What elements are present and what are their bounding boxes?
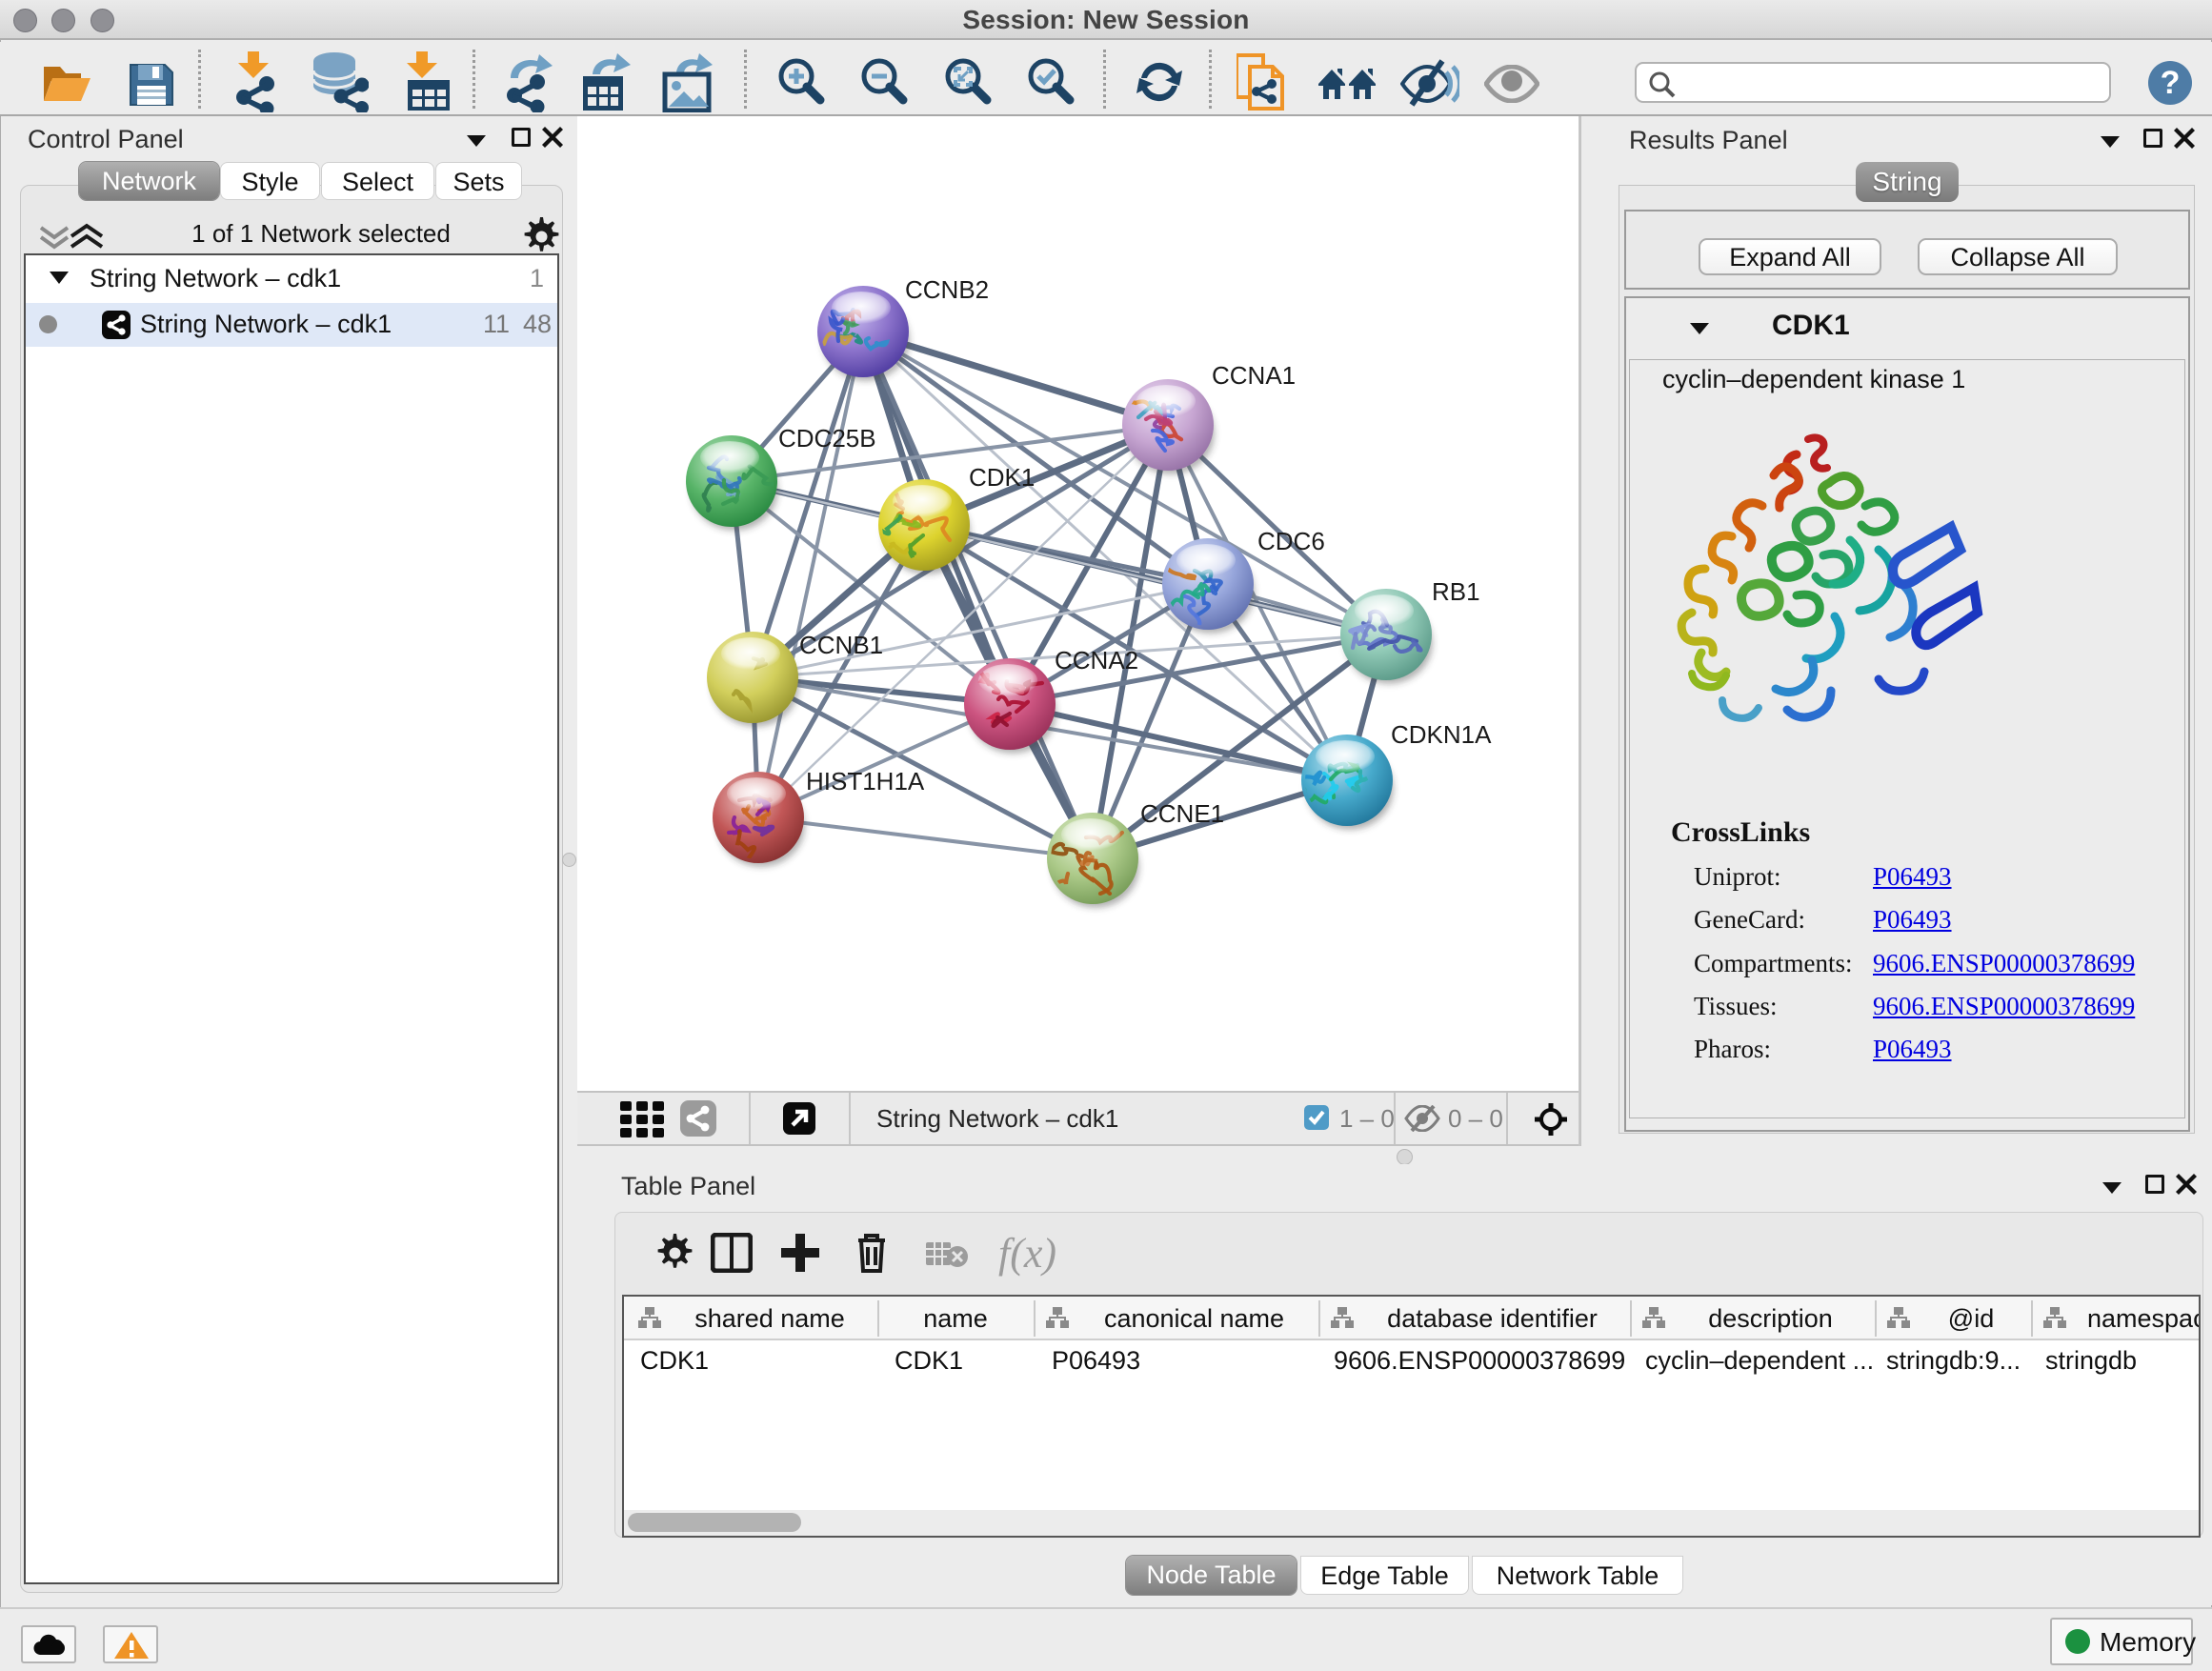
- svg-text:CDKN1A: CDKN1A: [1391, 720, 1492, 749]
- svg-text:CDC6: CDC6: [1257, 527, 1325, 555]
- svg-text:CCNA2: CCNA2: [1055, 646, 1138, 674]
- svg-text:CCNE1: CCNE1: [1140, 799, 1224, 828]
- svg-text:CDC25B: CDC25B: [778, 424, 876, 453]
- svg-text:CCNB2: CCNB2: [905, 275, 989, 304]
- svg-text:HIST1H1A: HIST1H1A: [806, 767, 925, 795]
- svg-text:RB1: RB1: [1432, 577, 1480, 606]
- svg-text:CDK1: CDK1: [969, 463, 1035, 492]
- svg-text:CCNB1: CCNB1: [799, 631, 883, 659]
- svg-text:CCNA1: CCNA1: [1212, 361, 1296, 390]
